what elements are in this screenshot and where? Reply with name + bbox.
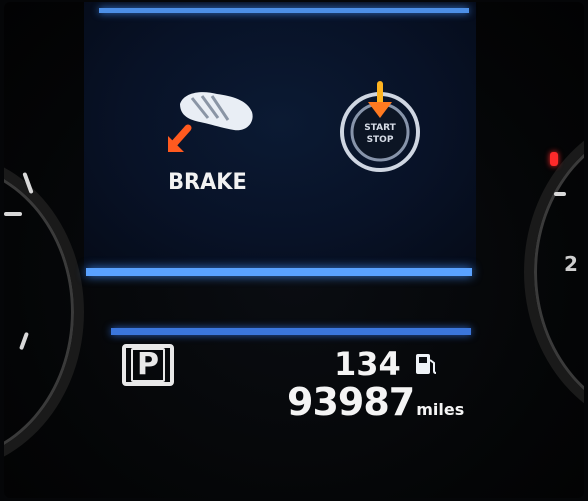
start-stop-button-icon: START STOP [340,81,420,172]
right-gauge-needle-marker [550,152,558,166]
stop-label: STOP [367,135,394,145]
fuel-range-value: 134 [334,345,401,383]
fuel-range-readout: 134 [334,344,439,384]
display-bottom-divider [86,268,472,276]
odometer-value: 93987 [287,380,415,424]
brake-warning-icon [168,92,253,152]
info-panel-divider [111,328,471,335]
left-gauge-tick [4,212,22,216]
fuel-pump-icon [415,354,436,374]
park-gear-icon: P [131,348,165,382]
odometer-readout: 93987 miles [287,380,464,424]
right-gauge-tick [554,192,566,196]
display-top-divider [99,8,469,13]
right-gauge-numeral: 2 [564,252,578,276]
instrument-cluster: 2 BRAKE START STOP P 134 93987 miles [4,2,584,498]
odometer-unit: miles [416,400,465,419]
start-label: START [364,123,396,133]
park-gear-indicator: P [122,344,174,386]
left-gauge [4,152,84,472]
brake-warning-label: BRAKE [168,170,247,195]
